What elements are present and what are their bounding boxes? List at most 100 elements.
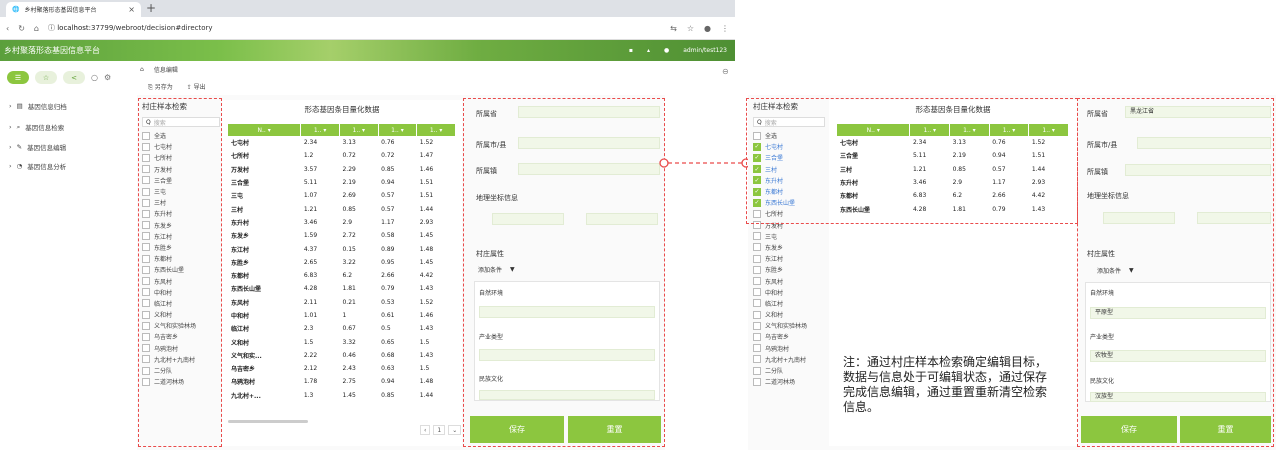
list-item[interactable]: 临江村 (753, 298, 825, 309)
checkbox[interactable] (753, 288, 761, 297)
export-button[interactable]: ⇪ 导出 (187, 82, 206, 92)
table-row[interactable]: 义气和实... 2.22 0.46 0.68 1.43 (228, 349, 456, 362)
horizontal-scrollbar[interactable] (228, 420, 308, 423)
list-item[interactable]: 三屯 (753, 231, 825, 242)
list-item[interactable]: 义和村 (142, 309, 220, 320)
industry-input[interactable] (479, 349, 655, 361)
table-row[interactable]: 三合堡 5.11 2.19 0.94 1.51 (228, 176, 456, 189)
list-item[interactable]: 中和村 (753, 287, 825, 298)
user-name[interactable]: admin/test123 (683, 47, 727, 54)
list-item[interactable]: 全选 (142, 130, 220, 141)
back-icon[interactable]: ‹ (6, 24, 9, 33)
table-row[interactable]: 义和村 1.5 3.32 0.65 1.5 (228, 335, 456, 348)
list-item[interactable]: 二道河林场 (753, 376, 825, 387)
table-row[interactable]: 七所村 1.2 0.72 0.72 1.47 (228, 149, 456, 162)
user-icon[interactable]: ● (664, 47, 669, 54)
city-input[interactable] (518, 137, 660, 149)
table-row[interactable]: 三屯 1.07 2.69 0.57 1.51 (228, 189, 456, 202)
checkbox[interactable] (142, 265, 150, 274)
settings-icon[interactable]: ⚙ (104, 73, 111, 82)
checkbox[interactable] (142, 142, 150, 151)
home-icon[interactable]: ⌂ (140, 66, 144, 73)
culture-input[interactable]: 汉族型 (1090, 392, 1266, 402)
list-item[interactable]: 东江村 (753, 253, 825, 264)
latitude-input[interactable] (586, 213, 658, 225)
checkbox[interactable] (753, 321, 761, 330)
table-row[interactable]: 东发乡 1.59 2.72 0.58 1.45 (228, 229, 456, 242)
nav-item-search[interactable]: › ⌕ 基因信息检索 (9, 122, 64, 133)
column-header[interactable]: 1.. ▾ (378, 124, 418, 136)
list-item[interactable]: 七屯村 (142, 141, 220, 152)
list-item[interactable]: 七所村 (142, 152, 220, 163)
list-item[interactable]: 万发村 (142, 164, 220, 175)
save-as-button[interactable]: ⎘ 另存为 (148, 82, 173, 92)
list-item[interactable]: 东胜乡 (753, 264, 825, 275)
town-input[interactable] (1125, 164, 1271, 176)
account-icon[interactable]: ● (704, 24, 711, 33)
checkbox[interactable] (753, 299, 761, 308)
list-item[interactable]: 九北村+九南村 (753, 354, 825, 365)
table-row[interactable]: 九北村+... 1.3 1.45 0.85 1.44 (228, 389, 456, 402)
column-header[interactable]: N.. ▾ (228, 124, 302, 136)
env-input[interactable] (479, 306, 655, 318)
list-item[interactable]: 东发乡 (142, 220, 220, 231)
list-item[interactable]: 三屯 (142, 186, 220, 197)
checkbox[interactable] (142, 209, 150, 218)
checkbox[interactable] (142, 288, 150, 297)
province-input[interactable] (518, 106, 660, 118)
list-item[interactable]: 临江村 (142, 298, 220, 309)
nav-item-analysis[interactable]: › ◔ 基因信息分析 (9, 161, 66, 171)
message-icon[interactable]: ▪ (629, 47, 633, 54)
table-row[interactable]: 中和村 1.01 1 0.61 1.46 (228, 309, 456, 322)
checkbox[interactable] (753, 344, 761, 353)
checkbox[interactable] (142, 165, 150, 174)
checkbox[interactable] (753, 254, 761, 263)
column-header[interactable]: 1.. ▾ (339, 124, 379, 136)
list-item[interactable]: 东发乡 (753, 242, 825, 253)
table-row[interactable]: 乌吉密乡 2.12 2.43 0.63 1.5 (228, 362, 456, 375)
save-button[interactable]: 保存 (470, 416, 564, 443)
checkbox[interactable] (753, 265, 761, 274)
table-row[interactable]: 临江村 2.3 0.67 0.5 1.43 (228, 322, 456, 335)
table-row[interactable]: 万发村 3.57 2.29 0.85 1.46 (228, 163, 456, 176)
page-number[interactable]: 1 (433, 425, 446, 435)
column-header[interactable]: 1.. ▾ (300, 124, 340, 136)
star-icon[interactable]: ☆ (687, 24, 694, 33)
village-search-input[interactable]: Q 搜索 (142, 117, 220, 127)
reset-button[interactable]: 重置 (568, 416, 661, 443)
checkbox[interactable] (142, 310, 150, 319)
list-item[interactable]: 东胜乡 (142, 242, 220, 253)
checkbox[interactable] (142, 355, 150, 364)
table-row[interactable]: 东都村 6.83 6.2 2.66 4.42 (228, 269, 456, 282)
share-icon[interactable]: < (63, 71, 85, 84)
longitude-input[interactable] (1103, 212, 1175, 224)
home-icon[interactable]: ⌂ (34, 24, 39, 33)
checkbox[interactable] (753, 243, 761, 252)
checkbox[interactable] (753, 310, 761, 319)
list-item[interactable]: 三村 (142, 197, 220, 208)
town-input[interactable] (518, 163, 660, 175)
list-item[interactable]: 中和村 (142, 287, 220, 298)
city-input[interactable] (1137, 137, 1271, 149)
checkbox[interactable] (753, 366, 761, 375)
nav-item-archive[interactable]: › ▤ 基因信息归档 (9, 101, 67, 111)
list-item[interactable]: 东升村 (142, 208, 220, 219)
list-item[interactable]: 乌鸦泡村 (142, 343, 220, 354)
checkbox[interactable] (142, 131, 150, 140)
list-item[interactable]: 三合堡 (142, 175, 220, 186)
checkbox[interactable] (142, 254, 150, 263)
new-tab-icon[interactable]: + (146, 1, 156, 15)
search-icon[interactable]: ○ (91, 73, 98, 82)
list-item[interactable]: 义气和实验林场 (753, 320, 825, 331)
province-input[interactable]: 黑龙江省 (1125, 106, 1271, 118)
translate-icon[interactable]: ⇆ (670, 24, 677, 33)
reload-icon[interactable]: ↻ (18, 24, 25, 33)
checkbox[interactable] (753, 332, 761, 341)
checkbox[interactable] (142, 198, 150, 207)
bell-icon[interactable]: ▴ (647, 47, 650, 54)
list-item[interactable]: 东风村 (753, 275, 825, 286)
table-row[interactable]: 三村 1.21 0.85 0.57 1.44 (228, 202, 456, 215)
checkbox[interactable] (142, 187, 150, 196)
table-row[interactable]: 东西长山堡 4.28 1.81 0.79 1.43 (228, 282, 456, 295)
url-field[interactable]: ⓘ localhost:37799/webroot/decision#direc… (48, 23, 213, 33)
